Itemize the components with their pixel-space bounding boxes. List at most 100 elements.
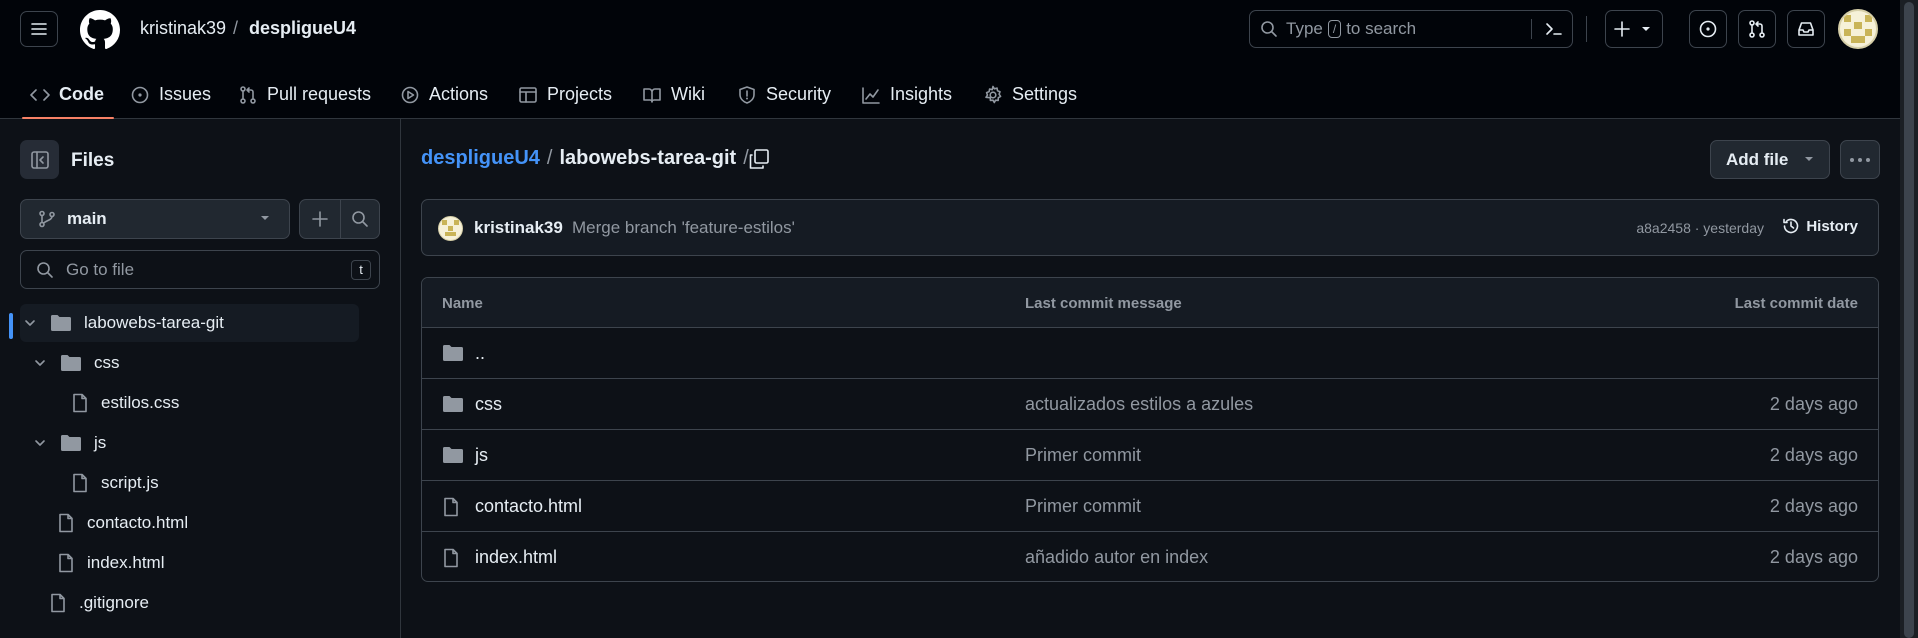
selected-indicator [9, 313, 13, 339]
hamburger-icon [31, 23, 47, 35]
row-name[interactable]: index.html [475, 547, 557, 568]
chevron-down-icon [35, 360, 45, 366]
search-icon [37, 261, 53, 278]
chevron-down-icon [25, 320, 35, 326]
chevron-down-icon [1805, 157, 1813, 161]
commit-author[interactable]: kristinak39 [474, 218, 563, 238]
collapse-sidebar-button[interactable] [20, 140, 59, 179]
branch-selector[interactable]: main [20, 199, 290, 239]
folder-icon [443, 396, 463, 412]
row-commit-message[interactable]: actualizados estilos a azules [1025, 394, 1253, 415]
pull-requests-button[interactable] [1738, 10, 1776, 48]
tab-insights[interactable]: Insights [861, 70, 952, 119]
tree-item-estilos-css[interactable]: estilos.css [71, 384, 179, 422]
folder-icon [443, 345, 463, 361]
command-palette-icon[interactable] [1544, 20, 1564, 38]
tree-item-root-folder[interactable]: labowebs-tarea-git [20, 304, 359, 342]
commit-message[interactable]: Merge branch 'feature-estilos' [572, 218, 795, 238]
add-file-button[interactable]: Add file [1710, 140, 1830, 179]
inbox-button[interactable] [1787, 10, 1825, 48]
create-new-button[interactable] [1605, 10, 1663, 48]
row-commit-date: 2 days ago [1769, 547, 1858, 567]
breadcrumb-separator: / [546, 147, 553, 169]
commit-hash-time[interactable]: a8a2458 · yesterday [1636, 220, 1764, 236]
page-scrollbar[interactable] [1900, 0, 1918, 638]
latest-commit-box: kristinak39 Merge branch 'feature-estilo… [421, 199, 1879, 256]
kebab-horizontal-icon [1850, 157, 1870, 162]
row-name[interactable]: css [475, 394, 502, 415]
tree-item-css-folder[interactable]: css [32, 344, 120, 382]
owner-link[interactable]: kristinak39 [140, 18, 226, 39]
table-row[interactable]: css actualizados estilos a azules 2 days… [422, 379, 1878, 430]
copy-path-icon[interactable] [748, 148, 770, 170]
tab-issues[interactable]: Issues [130, 70, 211, 119]
tab-label: Issues [159, 84, 212, 104]
search-placeholder-suffix: to search [1346, 19, 1417, 38]
file-icon [51, 593, 65, 613]
shield-icon [739, 85, 755, 104]
row-name[interactable]: .. [475, 343, 485, 364]
table-row[interactable]: js Primer commit 2 days ago [422, 430, 1878, 481]
row-name[interactable]: js [475, 445, 488, 466]
tree-item-contacto-html[interactable]: contacto.html [57, 504, 188, 542]
row-commit-date: 2 days ago [1769, 496, 1858, 516]
pull-request-icon [1749, 20, 1765, 38]
book-icon [643, 87, 661, 103]
scrollbar-thumb[interactable] [1904, 2, 1914, 638]
tree-item-script-js[interactable]: script.js [71, 464, 159, 502]
tab-settings[interactable]: Settings [983, 70, 1077, 119]
row-commit-message[interactable]: Primer commit [1025, 445, 1141, 466]
tab-label: Projects [547, 84, 613, 104]
file-icon [444, 548, 458, 568]
folder-open-icon [61, 355, 81, 371]
tree-item-label: .gitignore [79, 593, 149, 612]
column-header-name: Name [442, 295, 483, 312]
table-header: Name Last commit message Last commit dat… [422, 278, 1878, 328]
row-commit-date: 2 days ago [1769, 445, 1858, 465]
table-row[interactable]: contacto.html Primer commit 2 days ago [422, 481, 1878, 532]
commit-author-avatar[interactable] [438, 216, 463, 241]
search-icon[interactable] [351, 210, 369, 228]
breadcrumb-repo-link[interactable]: despligueU4 [421, 147, 540, 170]
tree-item-gitignore[interactable]: .gitignore [49, 584, 149, 622]
tree-item-js-folder[interactable]: js [32, 424, 106, 462]
tree-item-label: labowebs-tarea-git [84, 313, 224, 332]
tab-pull-requests[interactable]: Pull requests [238, 70, 371, 119]
tab-security[interactable]: Security [737, 70, 831, 119]
table-row[interactable]: index.html añadido autor en index 2 days… [422, 532, 1878, 581]
file-icon [73, 393, 87, 413]
breadcrumb-separator: / [233, 18, 239, 38]
file-icon [444, 497, 458, 517]
tree-item-label: contacto.html [87, 513, 189, 532]
chevron-down-icon [261, 216, 269, 220]
more-options-button[interactable] [1840, 140, 1880, 179]
tab-label: Code [59, 84, 104, 104]
search-input[interactable]: Type / to search [1249, 10, 1573, 48]
github-logo-icon[interactable] [80, 10, 120, 50]
code-icon [30, 88, 50, 101]
row-name[interactable]: contacto.html [475, 496, 582, 517]
tab-projects[interactable]: Projects [518, 70, 612, 119]
issues-button[interactable] [1689, 10, 1727, 48]
repo-tabs: Code Issues Pull requests Actions Projec… [0, 70, 1918, 119]
menu-button[interactable] [20, 11, 58, 47]
row-commit-message[interactable]: Primer commit [1025, 496, 1141, 517]
tab-wiki[interactable]: Wiki [642, 70, 705, 119]
tab-label: Pull requests [267, 84, 372, 104]
tree-item-index-html[interactable]: index.html [57, 544, 164, 582]
history-label: History [1806, 217, 1858, 235]
add-file-plus-icon[interactable] [311, 210, 329, 228]
tab-code[interactable]: Code [22, 70, 114, 119]
table-row[interactable]: .. [422, 328, 1878, 379]
tree-item-label: index.html [87, 553, 165, 572]
top-header: kristinak39 / despligueU4 Type / to sear… [0, 0, 1918, 119]
history-button[interactable]: History [1782, 217, 1858, 235]
inbox-icon [1798, 22, 1814, 36]
go-to-file-input[interactable]: Go to file t [20, 250, 380, 289]
graph-icon [862, 86, 880, 104]
folder-open-icon [51, 315, 71, 331]
user-avatar[interactable] [1838, 9, 1878, 49]
repo-link[interactable]: despligueU4 [249, 18, 356, 39]
row-commit-message[interactable]: añadido autor en index [1025, 547, 1208, 568]
tab-actions[interactable]: Actions [400, 70, 488, 119]
